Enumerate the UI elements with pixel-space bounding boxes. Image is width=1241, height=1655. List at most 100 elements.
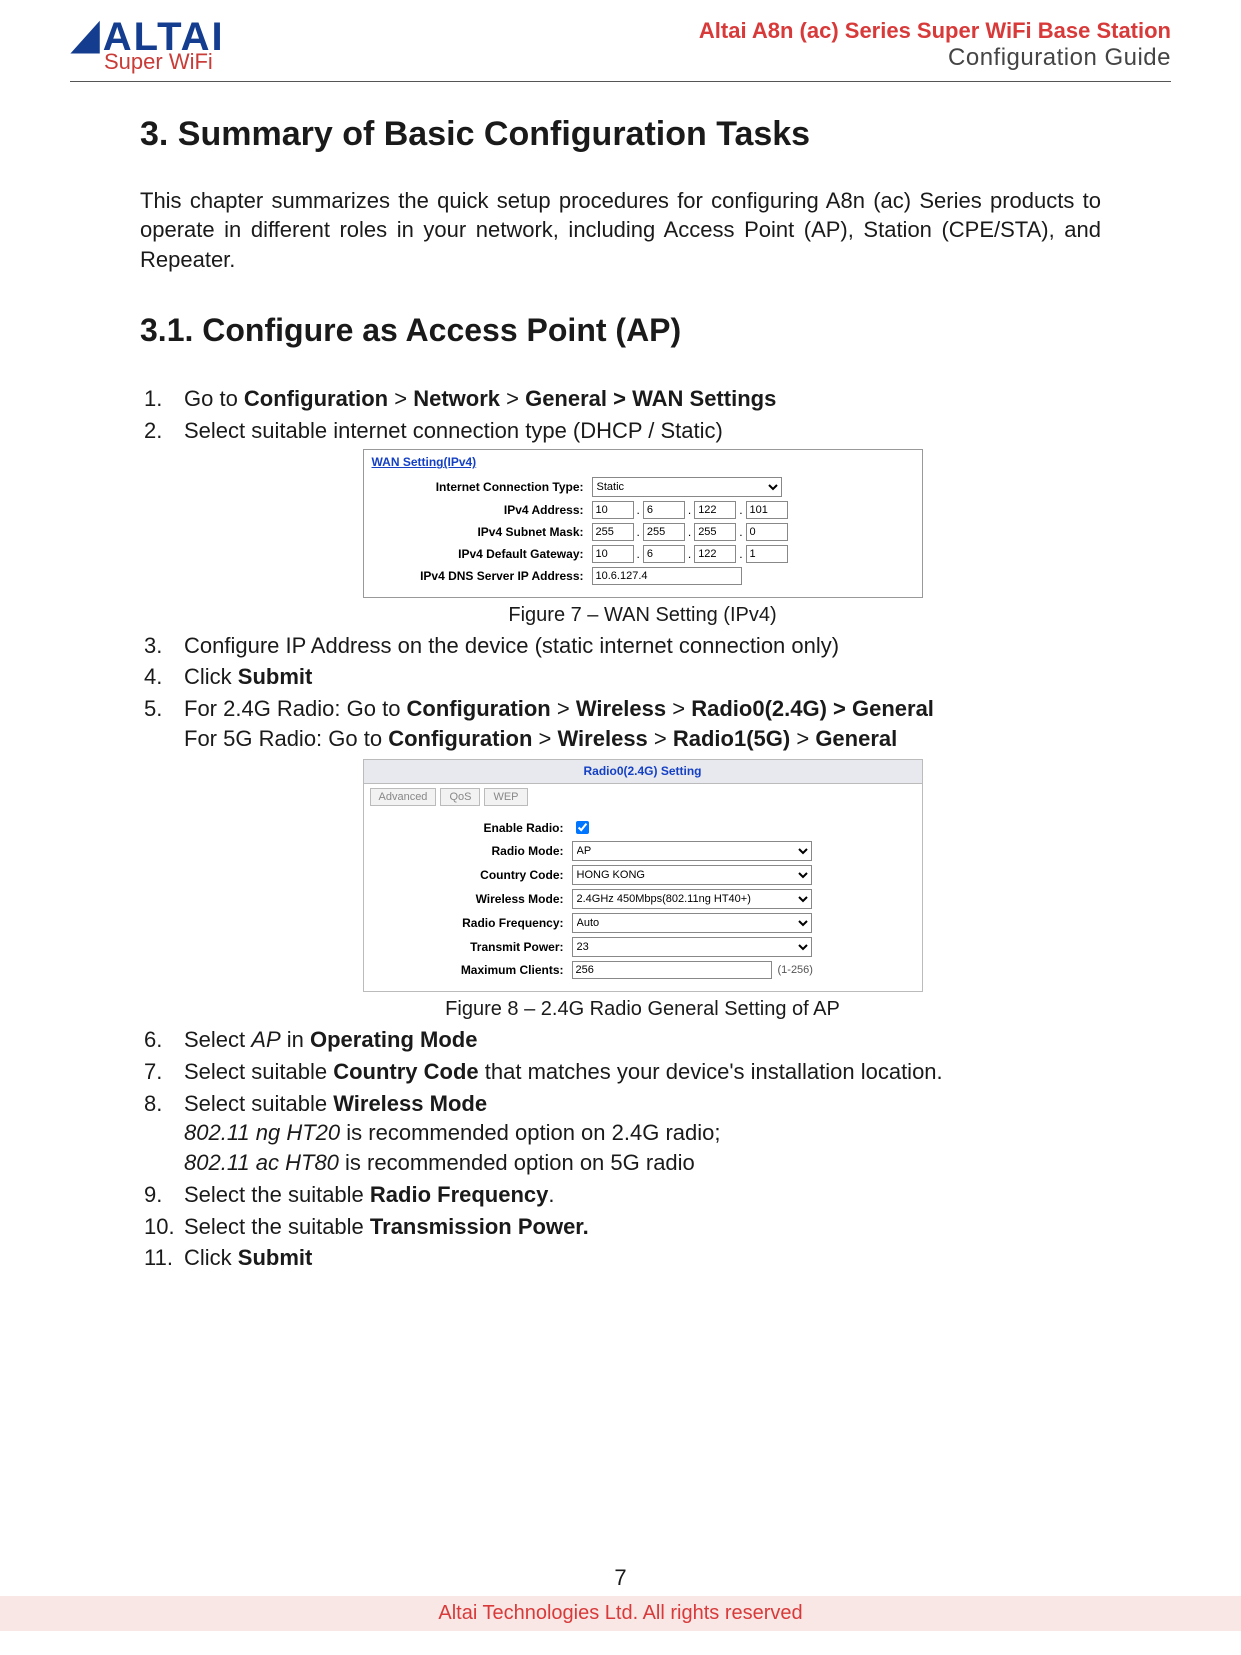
step-7: Select suitable Country Code that matche… (144, 1057, 1101, 1087)
gateway-octet-input[interactable] (643, 545, 685, 563)
field-label: Internet Connection Type: (372, 479, 592, 495)
nav-segment: Wireless (557, 726, 647, 751)
figure-caption: Figure 7 – WAN Setting (IPv4) (184, 602, 1101, 629)
document-title: Altai A8n (ac) Series Super WiFi Base St… (699, 18, 1171, 44)
mask-octet-input[interactable] (694, 523, 736, 541)
nav-sep: > (666, 696, 691, 721)
field-name: Wireless Mode (333, 1091, 487, 1116)
gateway-octet-input[interactable] (746, 545, 788, 563)
connection-type-select[interactable]: Static (592, 477, 782, 497)
field-label: Wireless Mode: (372, 891, 572, 907)
gateway-octet-input[interactable] (592, 545, 634, 563)
field-label: Radio Mode: (372, 843, 572, 859)
nav-sep: > (790, 726, 815, 751)
frequency-select[interactable]: Auto (572, 913, 812, 933)
nav-segment: Radio1(5G) (673, 726, 790, 751)
nav-segment: Configuration (244, 386, 388, 411)
tab-advanced[interactable]: Advanced (370, 788, 437, 807)
step-text: Select (184, 1027, 251, 1052)
header-titles: Altai A8n (ac) Series Super WiFi Base St… (699, 18, 1171, 72)
footer-bar: Altai Technologies Ltd. All rights reser… (0, 1596, 1241, 1631)
step-list: Go to Configuration > Network > General … (140, 384, 1101, 1273)
field-name: Operating Mode (310, 1027, 477, 1052)
country-select[interactable]: HONG KONG (572, 865, 812, 885)
step-text: . (548, 1182, 554, 1207)
nav-sep: > (388, 386, 413, 411)
max-clients-input[interactable] (572, 961, 772, 979)
field-label: IPv4 Address: (372, 502, 592, 518)
action-word: Submit (238, 664, 313, 689)
field-name: Radio Frequency (370, 1182, 548, 1207)
enable-radio-checkbox[interactable] (576, 821, 589, 834)
field-label: IPv4 DNS Server IP Address: (372, 568, 592, 584)
step-10: Select the suitable Transmission Power. (144, 1212, 1101, 1242)
nav-segment: General (815, 726, 897, 751)
step-text: Go to (184, 386, 244, 411)
step-5: For 2.4G Radio: Go to Configuration > Wi… (144, 694, 1101, 1023)
panel-tabs: Advanced QoS WEP (364, 784, 922, 811)
logo-mark-icon: ◢ (72, 16, 101, 54)
value-italic: AP (251, 1027, 280, 1052)
radio-settings-panel: Radio0(2.4G) Setting Advanced QoS WEP En… (363, 759, 923, 992)
mask-octet-input[interactable] (643, 523, 685, 541)
step-9: Select the suitable Radio Frequency. (144, 1180, 1101, 1210)
figure-caption: Figure 8 – 2.4G Radio General Setting of… (184, 996, 1101, 1023)
step-3: Configure IP Address on the device (stat… (144, 631, 1101, 661)
action-word: Submit (238, 1245, 313, 1270)
step-text: in (281, 1027, 310, 1052)
step-text: Click (184, 1245, 238, 1270)
value-italic: 802.11 ac HT80 (184, 1150, 339, 1175)
tab-wep[interactable]: WEP (484, 788, 527, 807)
ipv4-octet-input[interactable] (643, 501, 685, 519)
subsection-heading: 3.1. Configure as Access Point (AP) (140, 309, 1101, 352)
mask-octet-input[interactable] (746, 523, 788, 541)
field-label: IPv4 Default Gateway: (372, 546, 592, 562)
field-label: Country Code: (372, 867, 572, 883)
nav-segment: Configuration (388, 726, 532, 751)
ipv4-octet-input[interactable] (746, 501, 788, 519)
step-text: Configure IP Address on the device (stat… (184, 633, 839, 658)
logo-subtitle: Super WiFi (104, 52, 225, 73)
logo: ◢ALTAI Super WiFi (70, 18, 225, 73)
step-text: is recommended option on 5G radio (339, 1150, 695, 1175)
section-heading: 3. Summary of Basic Configuration Tasks (140, 112, 1101, 158)
step-text: For 5G Radio: Go to (184, 726, 388, 751)
field-hint: (1-256) (778, 963, 813, 978)
gateway-octet-input[interactable] (694, 545, 736, 563)
section-intro: This chapter summarizes the quick setup … (140, 186, 1101, 275)
ipv4-octet-input[interactable] (592, 501, 634, 519)
field-name: Transmission Power. (370, 1214, 589, 1239)
step-text: Select suitable internet connection type… (184, 418, 723, 443)
wireless-mode-select[interactable]: 2.4GHz 450Mbps(802.11ng HT40+) (572, 889, 812, 909)
panel-title: Radio0(2.4G) Setting (364, 760, 922, 783)
footer-text: Altai Technologies Ltd. All rights reser… (438, 1602, 802, 1624)
field-label: IPv4 Subnet Mask: (372, 524, 592, 540)
field-label: Transmit Power: (372, 939, 572, 955)
step-text: Select suitable (184, 1059, 333, 1084)
nav-segment: Configuration (407, 696, 551, 721)
ipv4-octet-input[interactable] (694, 501, 736, 519)
tx-power-select[interactable]: 23 (572, 937, 812, 957)
page-body: 3. Summary of Basic Configuration Tasks … (0, 82, 1241, 1273)
document-subtitle: Configuration Guide (699, 44, 1171, 72)
step-6: Select AP in Operating Mode (144, 1025, 1101, 1055)
step-text: For 2.4G Radio: Go to (184, 696, 407, 721)
field-name: Country Code (333, 1059, 478, 1084)
step-text: Click (184, 664, 238, 689)
step-text: Select suitable (184, 1091, 333, 1116)
field-label: Maximum Clients: (372, 962, 572, 978)
step-4: Click Submit (144, 662, 1101, 692)
step-1: Go to Configuration > Network > General … (144, 384, 1101, 414)
nav-segment: Wireless (576, 696, 666, 721)
dns-input[interactable] (592, 567, 742, 585)
mask-octet-input[interactable] (592, 523, 634, 541)
step-text: Select the suitable (184, 1182, 370, 1207)
tab-qos[interactable]: QoS (440, 788, 480, 807)
field-label: Enable Radio: (372, 820, 572, 836)
step-2: Select suitable internet connection type… (144, 416, 1101, 629)
value-italic: 802.11 ng HT20 (184, 1120, 340, 1145)
nav-sep: > (551, 696, 576, 721)
nav-segment: Network (413, 386, 500, 411)
step-text: is recommended option on 2.4G radio; (340, 1120, 720, 1145)
radio-mode-select[interactable]: AP (572, 841, 812, 861)
